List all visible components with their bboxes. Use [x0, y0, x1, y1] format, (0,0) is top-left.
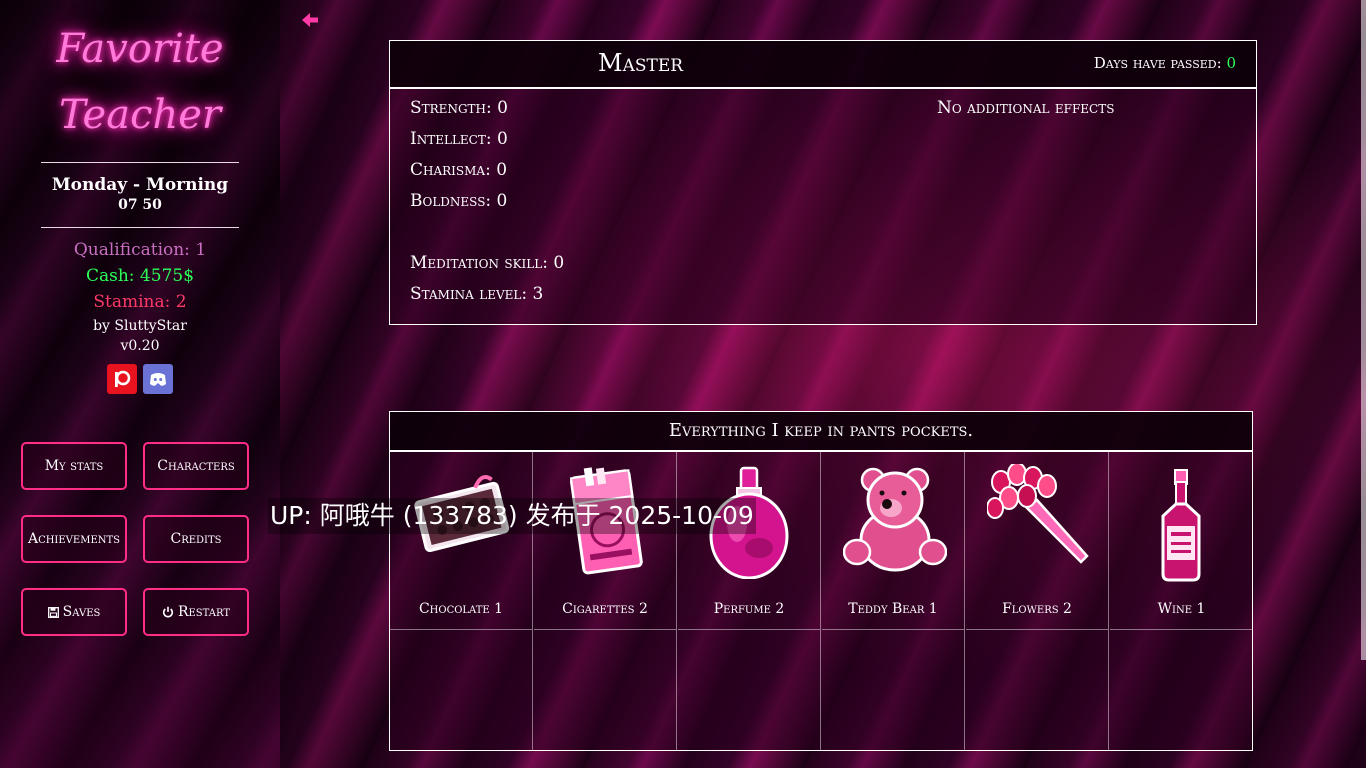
power-icon: [162, 606, 174, 618]
inventory-slot-empty[interactable]: [822, 630, 965, 750]
divider: [41, 162, 239, 163]
inventory-heading: Everything I keep in pants pockets.: [390, 412, 1252, 452]
flowers-bouquet-icon: [987, 464, 1089, 564]
inventory-slot[interactable]: Wine 1: [1110, 450, 1253, 630]
divider: [41, 227, 239, 228]
saves-label: Saves: [62, 604, 101, 620]
inventory-slot[interactable]: Perfume 2: [678, 450, 821, 630]
meditation-skill-stat: Meditation skill: 0: [410, 253, 565, 273]
inventory-slot[interactable]: Teddy Bear 1: [822, 450, 965, 630]
version-label: v0.20: [120, 338, 160, 354]
back-arrow-icon[interactable]: [300, 10, 320, 34]
credits-button[interactable]: Credits: [143, 515, 249, 563]
game-title: Favorite Teacher: [0, 16, 280, 148]
restart-label: Restart: [177, 604, 231, 620]
inventory-slot-empty[interactable]: [390, 630, 533, 750]
master-panel-header: Master Days have passed: 0: [390, 41, 1256, 89]
restart-button[interactable]: Restart: [143, 588, 249, 636]
day-label: Monday - Morning: [51, 175, 229, 195]
item-label: Flowers 2: [1002, 601, 1072, 617]
stamina-stat: Stamina: 2: [93, 292, 187, 312]
time-label: 07 50: [118, 197, 162, 213]
bottle-icon: [1161, 469, 1201, 582]
boldness-stat: Boldness: 0: [410, 191, 508, 211]
characters-button[interactable]: Characters: [143, 442, 249, 490]
achievements-button[interactable]: Achievements: [21, 515, 127, 563]
charisma-stat: Charisma: 0: [410, 160, 508, 180]
inventory-slot-empty[interactable]: [534, 630, 677, 750]
master-stats-panel: Master Days have passed: 0 Strength: 0 I…: [389, 40, 1257, 325]
teddy-bear-icon: [843, 467, 947, 572]
inventory-slot-empty[interactable]: [678, 630, 821, 750]
stamina-level-stat: Stamina level: 3: [410, 284, 544, 304]
inventory-slot-empty[interactable]: [1110, 630, 1253, 750]
strength-stat: Strength: 0: [410, 98, 508, 118]
inventory-slot[interactable]: Flowers 2: [966, 450, 1109, 630]
title-line-2: Teacher: [58, 92, 222, 138]
intellect-stat: Intellect: 0: [410, 129, 508, 149]
my-stats-button[interactable]: My stats: [21, 442, 127, 490]
inventory-slot-empty[interactable]: [966, 630, 1109, 750]
scrollbar[interactable]: [1361, 0, 1366, 660]
sidebar: Favorite Teacher Monday - Morning 07 50 …: [0, 0, 280, 768]
additional-effects: No additional effects: [937, 98, 1115, 118]
days-passed-value: 0: [1226, 54, 1236, 72]
author-credit: by SluttyStar: [93, 318, 187, 334]
item-label: Perfume 2: [713, 601, 785, 617]
floppy-disk-icon: [47, 606, 59, 618]
inventory-panel: Everything I keep in pants pockets. Choc…: [389, 411, 1253, 751]
item-label: Chocolate 1: [418, 601, 504, 617]
title-line-1: Favorite: [56, 26, 224, 72]
uploader-watermark: UP: 阿哦牛 (133783) 发布于 2025-10-09: [268, 498, 756, 534]
game-screen: Favorite Teacher Monday - Morning 07 50 …: [0, 0, 1366, 768]
days-passed: Days have passed: 0: [1094, 54, 1236, 72]
item-label: Wine 1: [1157, 601, 1206, 617]
discord-icon[interactable]: [143, 364, 173, 394]
item-label: Teddy Bear 1: [848, 601, 938, 617]
patreon-icon[interactable]: [107, 364, 137, 394]
inventory-grid: Chocolate 1 Cigarettes 2 Perfume 2 Teddy…: [390, 450, 1253, 750]
character-name: Master: [598, 49, 684, 77]
inventory-slot[interactable]: Chocolate 1: [390, 450, 533, 630]
qualification-stat: Qualification: 1: [73, 240, 207, 260]
saves-button[interactable]: Saves: [21, 588, 127, 636]
social-links: [0, 364, 280, 394]
inventory-slot[interactable]: Cigarettes 2: [534, 450, 677, 630]
item-label: Cigarettes 2: [562, 601, 648, 617]
cash-stat: Cash: 4575$: [85, 266, 195, 286]
days-passed-label: Days have passed:: [1093, 54, 1227, 72]
